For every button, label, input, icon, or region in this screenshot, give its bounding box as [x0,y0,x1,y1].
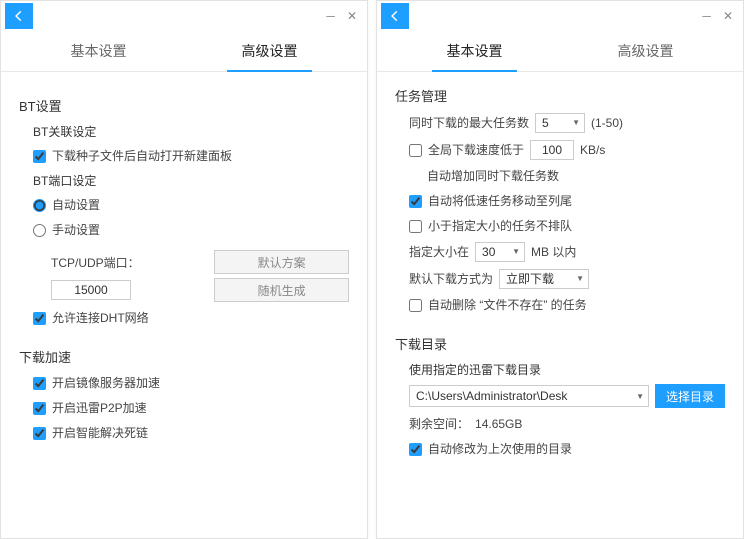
label-manual-port: 手动设置 [52,221,100,239]
download-dir-heading: 下载目录 [395,334,725,353]
accel-heading: 下载加速 [19,347,349,366]
choose-dir-button[interactable]: 选择目录 [655,384,725,408]
label-auto-port: 自动设置 [52,196,100,214]
tab-basic[interactable]: 基本设置 [389,31,560,71]
radio-manual-port[interactable] [33,224,46,237]
select-max-tasks-value: 5 [542,114,549,132]
checkbox-mirror[interactable] [33,377,46,390]
select-default-mode[interactable]: 立即下载 ▼ [499,269,589,289]
label-auto-add-tasks: 自动增加同时下载任务数 [427,167,559,185]
label-max-tasks-range: (1-50) [591,114,623,132]
checkbox-no-queue-small[interactable] [409,220,422,233]
label-kbps: KB/s [580,141,605,159]
chevron-down-icon: ▼ [576,270,584,288]
remain-label: 剩余空间： [409,415,469,433]
label-size-suffix: MB 以内 [531,243,576,261]
select-default-mode-value: 立即下载 [506,270,554,288]
back-button[interactable] [381,3,409,29]
label-mirror: 开启镜像服务器加速 [52,374,160,392]
label-open-seed: 下载种子文件后自动打开新建面板 [52,147,232,165]
checkbox-global-speed[interactable] [409,144,422,157]
window-right: ─ ✕ 基本设置 高级设置 任务管理 同时下载的最大任务数 5 ▼ (1-50) [376,0,744,539]
label-default-mode: 默认下载方式为 [409,270,493,288]
port-label: TCP/UDP端口： [51,254,204,271]
task-mgmt-heading: 任务管理 [395,86,725,105]
checkbox-auto-modify-dir[interactable] [409,443,422,456]
select-size-value: 30 [482,243,495,261]
arrow-left-icon [12,9,26,23]
dir-use-heading: 使用指定的迅雷下载目录 [409,361,725,378]
tab-advanced[interactable]: 高级设置 [560,31,731,71]
download-dir-value: C:\Users\Administrator\Desk [416,389,630,403]
checkbox-smart[interactable] [33,427,46,440]
minimize-icon[interactable]: ─ [702,9,711,23]
label-allow-dht: 允许连接DHT网络 [52,309,149,327]
arrow-left-icon [388,9,402,23]
checkbox-move-slow[interactable] [409,195,422,208]
chevron-down-icon: ▼ [636,392,644,401]
speed-input[interactable] [530,140,574,160]
label-global-speed: 全局下载速度低于 [428,141,524,159]
random-port-button[interactable]: 随机生成 [214,278,349,302]
minimize-icon[interactable]: ─ [326,9,335,23]
default-scheme-button[interactable]: 默认方案 [214,250,349,274]
tab-basic[interactable]: 基本设置 [13,31,184,71]
label-p2p: 开启迅雷P2P加速 [52,399,147,417]
back-button[interactable] [5,3,33,29]
download-dir-select[interactable]: C:\Users\Administrator\Desk ▼ [409,385,649,407]
label-no-queue-small: 小于指定大小的任务不排队 [428,217,572,235]
window-left: ─ ✕ 基本设置 高级设置 BT设置 BT关联设定 下载种子文件后自动打开新建面… [0,0,368,539]
label-max-tasks: 同时下载的最大任务数 [409,114,529,132]
select-size[interactable]: 30 ▼ [475,242,525,262]
chevron-down-icon: ▼ [512,243,520,261]
label-move-slow: 自动将低速任务移动至列尾 [428,192,572,210]
bt-settings-heading: BT设置 [19,96,349,115]
remain-value: 14.65GB [475,415,522,433]
close-icon[interactable]: ✕ [347,9,357,23]
label-auto-delete: 自动删除 “文件不存在” 的任务 [428,296,587,314]
tab-advanced[interactable]: 高级设置 [184,31,355,71]
radio-auto-port[interactable] [33,199,46,212]
label-size-prefix: 指定大小在 [409,243,469,261]
bt-port-heading: BT端口设定 [33,172,349,189]
select-max-tasks[interactable]: 5 ▼ [535,113,585,133]
chevron-down-icon: ▼ [572,114,580,132]
bt-assoc-heading: BT关联设定 [33,123,349,140]
checkbox-p2p[interactable] [33,402,46,415]
checkbox-open-seed[interactable] [33,150,46,163]
label-smart: 开启智能解决死链 [52,424,148,442]
port-input[interactable] [51,280,131,300]
close-icon[interactable]: ✕ [723,9,733,23]
label-auto-modify-dir: 自动修改为上次使用的目录 [428,440,572,458]
checkbox-allow-dht[interactable] [33,312,46,325]
checkbox-auto-delete[interactable] [409,299,422,312]
